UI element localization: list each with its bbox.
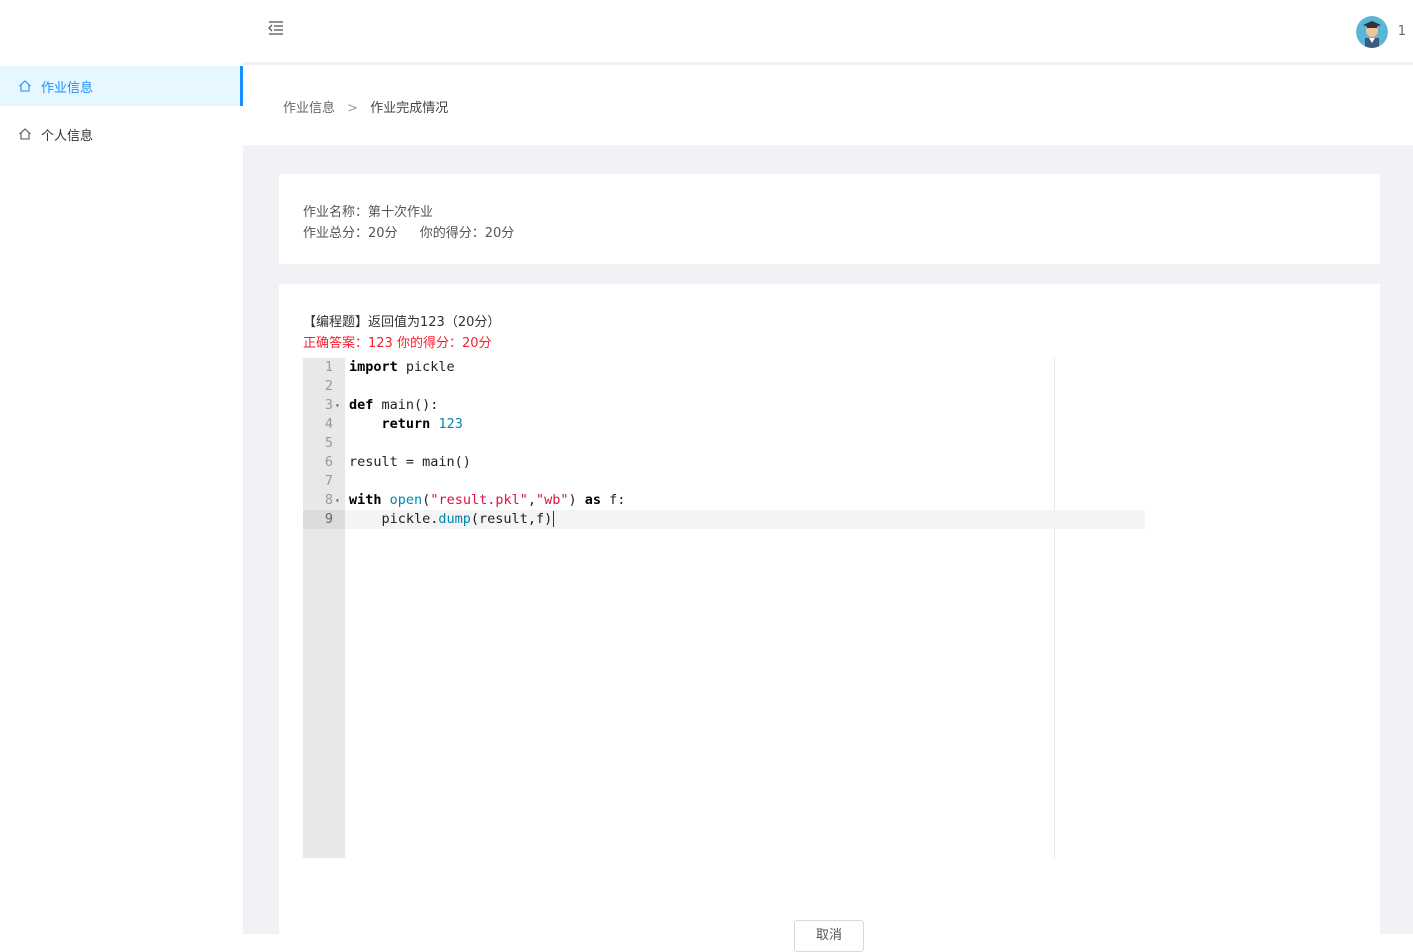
breadcrumb-bar: 作业信息 > 作业完成情况 [243, 65, 1413, 145]
homework-scores: 作业总分：20分 你的得分：20分 [303, 222, 514, 241]
code-line: 1 import pickle [303, 358, 1145, 377]
code-line: 7 [303, 472, 1145, 491]
your-score: 你的得分：20分 [419, 226, 515, 241]
line-number: 3 [324, 397, 333, 413]
homework-summary-card: 作业名称：第十次作业 作业总分：20分 你的得分：20分 [279, 174, 1380, 264]
code-text: pickle.dump(result,f) [349, 511, 555, 527]
home-icon [18, 79, 32, 93]
code-line: 4 return 123 [303, 415, 1145, 434]
sidebar: 作业信息 个人信息 [0, 0, 244, 934]
sidebar-item-label: 个人信息 [41, 128, 94, 144]
code-text: def main(): [349, 397, 439, 413]
code-line: 8 ▾ with open("result.pkl","wb") as f: [303, 491, 1145, 510]
line-number: 7 [324, 473, 333, 489]
breadcrumb-item-current: 作业完成情况 [370, 101, 449, 116]
fold-toggle-icon[interactable]: ▾ [335, 491, 340, 510]
top-header: 1 [243, 0, 1413, 65]
sidebar-item-personal-info[interactable]: 个人信息 [0, 114, 243, 154]
line-number: 2 [324, 378, 333, 394]
fold-toggle-icon[interactable]: ▾ [335, 396, 340, 415]
breadcrumb-item-homework-info[interactable]: 作业信息 [283, 101, 335, 116]
line-number: 6 [324, 454, 333, 470]
code-editor[interactable]: 1 import pickle 2 3 ▾ def main(): 4 retu… [303, 358, 1145, 858]
homework-name: 作业名称：第十次作业 [303, 205, 434, 220]
correct-answer: 正确答案：123 你的得分：20分 [303, 336, 492, 351]
sidebar-item-label: 作业信息 [41, 80, 94, 96]
code-line-active: 9 pickle.dump(result,f) [303, 510, 1145, 529]
line-number: 1 [324, 359, 333, 375]
code-text: return 123 [381, 416, 463, 432]
user-name[interactable]: 1 [1398, 24, 1406, 39]
menu-fold-icon[interactable] [266, 18, 286, 38]
line-number: 9 [303, 510, 345, 529]
sidebar-item-homework-info[interactable]: 作业信息 [0, 66, 243, 106]
code-line: 2 [303, 377, 1145, 396]
question-title: 【编程题】返回值为123（20分） [303, 315, 501, 330]
line-number: 4 [324, 416, 333, 432]
breadcrumb-separator: > [347, 101, 359, 116]
home-icon [18, 127, 32, 141]
sidebar-menu: 作业信息 个人信息 [0, 66, 243, 162]
line-number: 8 [324, 492, 333, 508]
line-number: 5 [324, 435, 333, 451]
code-text: with open("result.pkl","wb") as f: [349, 492, 626, 508]
code-text: import pickle [349, 359, 455, 375]
main-content: 作业名称：第十次作业 作业总分：20分 你的得分：20分 【编程题】返回值为12… [243, 145, 1413, 952]
question-card: 【编程题】返回值为123（20分） 正确答案：123 你的得分：20分 1 im… [279, 284, 1380, 952]
avatar[interactable] [1356, 16, 1388, 48]
code-line: 5 [303, 434, 1145, 453]
code-text: result = main() [349, 454, 471, 470]
code-line: 3 ▾ def main(): [303, 396, 1145, 415]
total-score: 作业总分：20分 [303, 226, 398, 241]
cancel-button[interactable]: 取消 [794, 920, 864, 952]
breadcrumb: 作业信息 > 作业完成情况 [283, 97, 448, 116]
code-line: 6 result = main() [303, 453, 1145, 472]
